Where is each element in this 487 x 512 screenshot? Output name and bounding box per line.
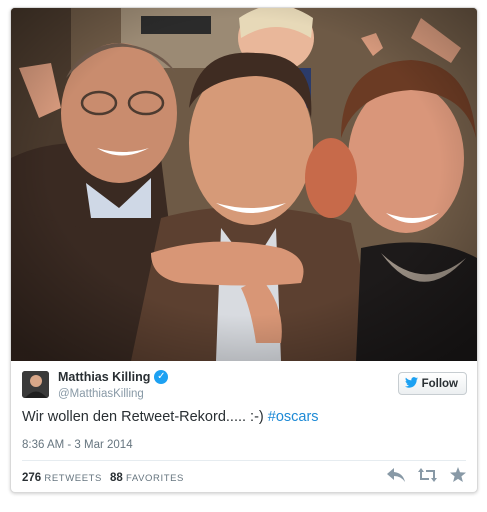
divider	[22, 460, 466, 461]
retweets-label: RETWEETS	[44, 473, 102, 484]
avatar[interactable]	[22, 371, 49, 398]
tweet-text: Wir wollen den Retweet-Rekord..... :-) #…	[22, 409, 319, 425]
favorites-count: 88	[109, 472, 123, 484]
tweet-timestamp[interactable]: 8:36 AM - 3 Mar 2014	[22, 439, 133, 451]
verified-check-icon: ✓	[154, 370, 169, 384]
tweet-photo[interactable]	[11, 8, 477, 361]
embedded-tweet-card: Matthias Killing ✓ @MatthiasKilling Foll…	[10, 7, 478, 493]
reply-icon[interactable]	[387, 467, 405, 482]
favorites-label: FAVORITES	[125, 473, 184, 484]
star-icon[interactable]	[450, 467, 466, 482]
author-display-name[interactable]: Matthias Killing ✓	[58, 370, 169, 384]
retweet-icon[interactable]	[418, 467, 437, 482]
twitter-bird-icon	[404, 376, 418, 391]
tweet-text-main: Wir wollen den Retweet-Rekord..... :-)	[22, 409, 268, 425]
author-name-text[interactable]: Matthias Killing	[58, 370, 150, 384]
follow-label: Follow	[421, 377, 458, 390]
retweets-stat[interactable]: 276 RETWEETS	[22, 472, 102, 484]
tweet-stats: 276 RETWEETS 88 FAVORITES	[22, 472, 184, 484]
author-handle[interactable]: @MatthiasKilling	[58, 388, 144, 400]
tweet-body: Matthias Killing ✓ @MatthiasKilling Foll…	[11, 361, 477, 492]
follow-button[interactable]: Follow	[397, 372, 467, 395]
favorites-stat[interactable]: 88 FAVORITES	[110, 472, 184, 484]
tweet-actions	[387, 467, 466, 482]
hashtag-link[interactable]: #oscars	[268, 409, 319, 425]
retweets-count: 276	[22, 472, 42, 484]
